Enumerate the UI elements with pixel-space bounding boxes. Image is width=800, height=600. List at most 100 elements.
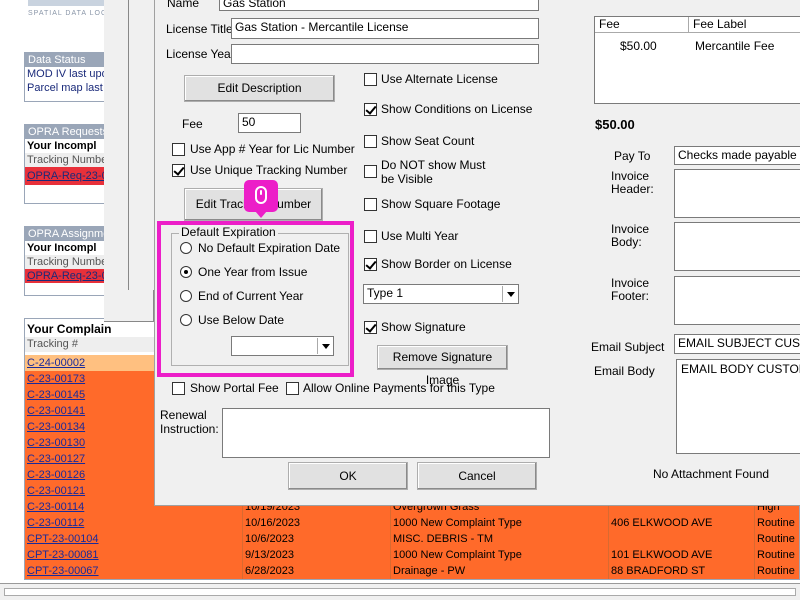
opra-assignment-link[interactable]: OPRA-Req-23-0 [25,269,107,283]
email-subject-input[interactable]: EMAIL SUBJECT CUSTO [674,334,800,354]
invoice-body-label: Invoice Body: [611,222,650,249]
table-cell-date: 6/28/2023 [243,563,391,579]
fee-cell[interactable]: $50.00 [620,39,657,53]
pay-to-label: Pay To [614,149,651,163]
show-border-checkbox[interactable] [364,258,377,271]
invoice-body-textarea[interactable] [674,222,800,271]
name-input[interactable]: Gas Station [219,0,539,11]
opra-assignments-column: Tracking Number [25,255,108,269]
highlight-box [157,221,354,377]
invoice-header-textarea[interactable] [674,169,800,218]
use-multi-year-label: Use Multi Year [381,229,459,243]
opra-requests-column: Tracking Number [25,153,108,167]
table-cell-type: 1000 New Complaint Type [391,547,609,563]
table-cell-addr [609,531,755,547]
data-status-line[interactable]: MOD IV last upd [25,67,107,81]
fee-table[interactable]: Fee Fee Label $50.00 Mercantile Fee [594,16,800,104]
email-subject-label: Email Subject [591,340,665,354]
show-border-label: Show Border on License [381,257,512,271]
data-status-title: Data Status [25,53,107,67]
table-row[interactable]: C-23-00112 10/16/2023 1000 New Complaint T… [25,515,799,531]
invoice-header-label: Invoice Header: [611,169,654,196]
opra-request-link[interactable]: OPRA-Req-23-0 [25,167,107,185]
allow-online-payments-label: Allow Online Payments for this Type [303,381,495,395]
data-status-line[interactable]: Parcel map last [25,81,107,95]
use-unique-tracking-label: Use Unique Tracking Number [190,163,348,177]
license-title-input[interactable]: Gas Station - Mercantile License [231,18,539,39]
renewal-instruction-label: Renewal Instruction: [160,408,219,436]
table-cell-date: 10/16/2023 [243,515,391,531]
renewal-instruction-textarea[interactable] [222,408,550,458]
use-alternate-license-checkbox[interactable] [364,73,377,86]
table-row[interactable]: CPT-23-00104 10/6/2023 MISC. DEBRIS - TM Ro… [25,531,799,547]
show-portal-fee-checkbox[interactable] [172,382,185,395]
fee-label: Fee [182,117,203,131]
do-not-show-must-be-visible-checkbox[interactable] [364,165,377,178]
progress-track [4,588,796,596]
use-unique-tracking-checkbox[interactable] [172,164,185,177]
invoice-footer-textarea[interactable] [674,276,800,325]
email-body-label: Email Body [594,364,655,378]
show-signature-checkbox[interactable] [364,321,377,334]
table-cell-type: Drainage - PW [391,563,609,579]
email-body-textarea[interactable]: EMAIL BODY CUSTOM T [676,359,800,454]
table-cell-pri: Routine [755,515,799,531]
pay-to-input[interactable]: Checks made payable to S [674,146,800,165]
name-label: Name [167,0,200,10]
fee-label-column-header[interactable]: Fee Label [689,17,800,33]
table-cell-type: MISC. DEBRIS - TM [391,531,609,547]
ok-button[interactable]: OK [288,462,408,490]
fee-total: $50.00 [595,117,635,132]
use-app-year-label: Use App # Year for Lic Number [190,142,355,156]
table-cell-addr: 101 ELKWOOD AVE [609,547,755,563]
invoice-footer-label: Invoice Footer: [611,276,650,303]
table-cell-id[interactable]: CPT-23-00081 [25,547,243,563]
show-signature-label: Show Signature [381,320,466,334]
edit-description-button[interactable]: Edit Description [184,75,335,102]
table-row[interactable]: CPT-23-00067 6/28/2023 Drainage - PW 88 BRA… [25,563,799,579]
table-cell-id[interactable]: C-23-00112 [25,515,243,531]
show-conditions-label: Show Conditions on License [381,102,533,116]
background-window-inner [128,0,154,290]
do-not-show-must-be-visible-label: Do NOT show Must be Visible [381,158,486,186]
license-title-label: License Title [166,22,233,36]
data-status-panel: Data Status MOD IV last upd Parcel map l… [24,52,108,102]
table-cell-addr: 88 BRADFORD ST [609,563,755,579]
chevron-down-icon[interactable] [502,286,517,302]
cancel-button[interactable]: Cancel [417,462,537,490]
use-alternate-license-label: Use Alternate License [381,72,498,86]
show-conditions-checkbox[interactable] [364,103,377,116]
license-year-input[interactable] [231,44,539,64]
opra-requests-heading: Your Incompl [27,140,97,152]
opra-assignments-title: OPRA Assignme [25,227,107,241]
use-multi-year-checkbox[interactable] [364,230,377,243]
show-seat-count-checkbox[interactable] [364,135,377,148]
table-cell-type: 1000 New Complaint Type [391,515,609,531]
opra-requests-title: OPRA Requests [25,125,107,139]
allow-online-payments-checkbox[interactable] [286,382,299,395]
attachment-status: No Attachment Found [653,467,770,481]
table-cell-id[interactable]: CPT-23-00104 [25,531,243,547]
table-cell-pri: Routine [755,563,799,579]
border-type-value: Type 1 [367,286,404,300]
show-square-footage-checkbox[interactable] [364,198,377,211]
status-bar [0,583,800,600]
opra-requests-panel: OPRA Requests Your Incompl Tracking Numb… [24,124,108,204]
table-cell-pri: Routine [755,547,799,563]
fee-label-cell[interactable]: Mercantile Fee [695,39,774,53]
opra-assignments-panel: OPRA Assignme Your Incompl Tracking Numb… [24,226,108,296]
table-cell-pri: Routine [755,531,799,547]
fee-input[interactable]: 50 [238,113,301,133]
opra-assignments-heading: Your Incompl [27,242,97,254]
show-portal-fee-label: Show Portal Fee [190,381,279,395]
mouse-icon [244,180,278,218]
use-app-year-checkbox[interactable] [172,143,185,156]
table-cell-date: 9/13/2023 [243,547,391,563]
fee-column-header[interactable]: Fee [595,17,689,33]
table-cell-id[interactable]: CPT-23-00067 [25,563,243,579]
show-square-footage-label: Show Square Footage [381,197,501,211]
table-cell-addr: 406 ELKWOOD AVE [609,515,755,531]
table-row[interactable]: CPT-23-00081 9/13/2023 1000 New Complaint … [25,547,799,563]
border-type-select[interactable]: Type 1 [363,284,519,304]
remove-signature-image-button[interactable]: Remove Signature Image [377,345,508,387]
